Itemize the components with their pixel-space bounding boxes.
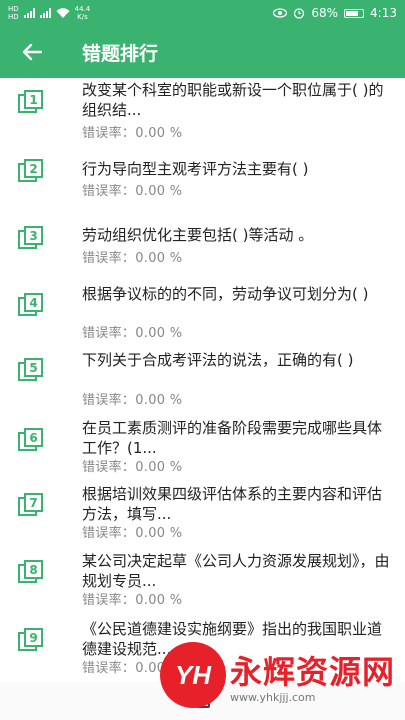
error-rate-value: 0.00 % xyxy=(135,460,183,475)
error-rate-label: 错误率： xyxy=(82,526,136,541)
error-rate-label: 错误率： xyxy=(82,393,136,408)
error-rate-value: 0.00 % xyxy=(135,593,183,608)
question-number-icon: 1 xyxy=(18,90,43,113)
question-list[interactable]: 1 改变某个科室的职能或新设一个职位属于( )的组织结... 错误率：0.00 … xyxy=(0,78,405,682)
error-rate-label: 错误率： xyxy=(82,251,136,266)
watermark: YH 永辉资源网 www.yhkjjj.com xyxy=(160,630,405,720)
watermark-name: 永辉资源网 xyxy=(230,652,396,691)
question-number-icon: 8 xyxy=(18,560,43,583)
error-rate-value: 0.00 % xyxy=(135,393,183,408)
question-number-icon: 5 xyxy=(18,358,43,381)
clock: 4:13 xyxy=(370,6,397,20)
error-rate-value: 0.00 % xyxy=(135,251,183,266)
question-number-icon: 6 xyxy=(18,428,43,451)
status-left: HD HD 44.4 K/s xyxy=(8,5,90,21)
list-item[interactable]: 7 根据培训效果四级评估体系的主要内容和评估方法，填写... 错误率：0.00 … xyxy=(0,483,405,551)
question-text: 劳动组织优化主要包括( )等活动 。 xyxy=(82,226,314,244)
error-rate: 错误率：0.00 % xyxy=(82,322,182,341)
error-rate: 错误率：0.00 % xyxy=(82,180,182,199)
question-number: 1 xyxy=(29,93,37,107)
question-text: 根据争议标的的不同，劳动争议可划分为( ) xyxy=(82,285,369,303)
watermark-url: www.yhkjjj.com xyxy=(230,690,316,704)
hd-label-2: HD xyxy=(8,13,19,21)
page-title: 错题排行 xyxy=(82,42,159,65)
list-item[interactable]: 3 劳动组织优化主要包括( )等活动 。 错误率：0.00 % xyxy=(0,213,405,281)
question-number: 8 xyxy=(29,563,37,577)
net-speed: 44.4 K/s xyxy=(75,5,91,21)
list-item[interactable]: 6 在员工素质测评的准备阶段需要完成哪些具体工作？(1... 错误率：0.00 … xyxy=(0,416,405,484)
question-number: 9 xyxy=(29,631,37,645)
question-number: 4 xyxy=(29,296,37,310)
battery-percent: 68% xyxy=(311,6,339,20)
list-item[interactable]: 1 改变某个科室的职能或新设一个职位属于( )的组织结... 错误率：0.00 … xyxy=(0,78,405,146)
net-speed-unit: K/s xyxy=(77,13,88,21)
question-number: 7 xyxy=(29,496,37,510)
question-text: 行为导向型主观考评方法主要有( ) xyxy=(82,160,309,178)
status-right: 68% 4:13 xyxy=(273,6,397,20)
error-rate: 错误率：0.00 % xyxy=(82,122,182,141)
question-number-icon: 4 xyxy=(18,293,43,316)
question-number: 2 xyxy=(29,162,37,176)
question-number-icon: 9 xyxy=(18,628,43,651)
error-rate-value: 0.00 % xyxy=(135,184,183,199)
error-rate: 错误率：0.00 % xyxy=(82,247,182,266)
wifi-icon xyxy=(56,7,70,18)
error-rate-value: 0.00 % xyxy=(135,326,183,341)
question-text: 下列关于合成考评法的说法，正确的有( ) xyxy=(82,351,354,369)
battery-icon xyxy=(344,8,365,18)
error-rate: 错误率：0.00 % xyxy=(82,456,182,475)
error-rate-label: 错误率： xyxy=(82,661,136,676)
error-rate: 错误率：0.00 % xyxy=(82,522,182,541)
error-rate-label: 错误率： xyxy=(82,126,136,141)
question-number-icon: 2 xyxy=(18,159,43,182)
error-rate: 错误率：0.00 % xyxy=(82,389,182,408)
alarm-icon xyxy=(294,8,305,19)
back-button[interactable] xyxy=(0,26,64,78)
question-number: 5 xyxy=(29,361,37,375)
watermark-logo: YH xyxy=(160,642,226,708)
watermark-text: 永辉资源网 www.yhkjjj.com xyxy=(230,647,395,704)
question-number: 3 xyxy=(29,229,37,243)
list-item[interactable]: 2 行为导向型主观考评方法主要有( ) 错误率：0.00 % xyxy=(0,145,405,213)
error-rate-label: 错误率： xyxy=(82,460,136,475)
net-speed-value: 44.4 xyxy=(74,5,91,13)
signal-icon-2 xyxy=(39,8,51,18)
hd-label-1: HD xyxy=(8,5,19,13)
question-number-icon: 3 xyxy=(18,226,43,249)
error-rate-value: 0.00 % xyxy=(135,526,183,541)
question-text: 根据培训效果四级评估体系的主要内容和评估方法，填写... xyxy=(82,485,383,523)
question-number: 6 xyxy=(29,431,37,445)
hd-indicators: HD HD xyxy=(8,5,19,21)
error-rate-label: 错误率： xyxy=(82,593,136,608)
eye-icon xyxy=(273,8,288,18)
question-text: 某公司决定起草《公司人力资源发展规划》，由规划专员... xyxy=(82,552,390,590)
question-text: 改变某个科室的职能或新设一个职位属于( )的组织结... xyxy=(82,81,384,119)
list-item[interactable]: 4 根据争议标的的不同，劳动争议可划分为( ) 错误率：0.00 % xyxy=(0,280,405,348)
arrow-left-icon xyxy=(22,43,42,61)
list-item[interactable]: 8 某公司决定起草《公司人力资源发展规划》，由规划专员... 错误率：0.00 … xyxy=(0,550,405,618)
error-rate-label: 错误率： xyxy=(82,326,136,341)
question-text: 在员工素质测评的准备阶段需要完成哪些具体工作？(1... xyxy=(82,419,383,457)
question-number-icon: 7 xyxy=(18,493,43,516)
list-item[interactable]: 5 下列关于合成考评法的说法，正确的有( ) 错误率：0.00 % xyxy=(0,348,405,416)
signal-icon xyxy=(23,8,35,18)
error-rate-value: 0.00 % xyxy=(135,126,183,141)
error-rate-label: 错误率： xyxy=(82,184,136,199)
error-rate: 错误率：0.00 % xyxy=(82,589,182,608)
status-bar: HD HD 44.4 K/s 68% 4:13 xyxy=(0,0,405,26)
app-bar: 错题排行 xyxy=(0,26,405,78)
